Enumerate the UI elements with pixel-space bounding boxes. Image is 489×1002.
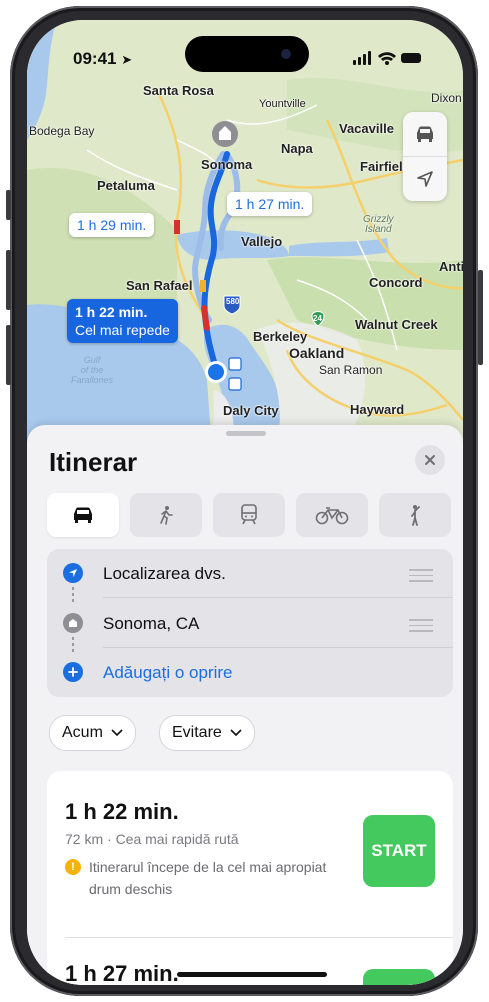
sheet-title: Itinerar bbox=[49, 447, 138, 477]
home-indicator[interactable] bbox=[177, 972, 327, 977]
battery-icon bbox=[401, 53, 421, 63]
chevron-down-icon bbox=[230, 729, 242, 737]
divider bbox=[103, 597, 453, 598]
stop-label: Localizarea dvs. bbox=[103, 564, 226, 583]
landmark-icon bbox=[63, 613, 83, 633]
power-button bbox=[478, 270, 483, 365]
map-label: Napa bbox=[281, 141, 313, 156]
close-button[interactable] bbox=[415, 445, 445, 475]
map-label: Vacaville bbox=[339, 121, 394, 136]
park-label: Grizzly Island bbox=[363, 214, 394, 235]
highway-shield-label: 24 bbox=[313, 314, 322, 323]
fastest-route-time: 1 h 22 min. bbox=[75, 304, 148, 320]
car-icon bbox=[74, 507, 92, 523]
mode-drive[interactable] bbox=[47, 493, 119, 537]
rideshare-icon bbox=[411, 505, 420, 526]
routes-card: 1 h 22 min. 72 km · Cea mai rapidă rută … bbox=[47, 771, 453, 985]
dynamic-island bbox=[185, 36, 309, 72]
map-label: Santa Rosa bbox=[143, 83, 214, 98]
close-icon bbox=[425, 455, 435, 465]
map-label: Petaluma bbox=[97, 178, 155, 193]
map-label: Sonoma bbox=[201, 157, 253, 172]
map-label: San Ramon bbox=[319, 363, 383, 377]
avoid-filter-button[interactable]: Evitare bbox=[159, 715, 255, 751]
route-stops: Localizarea dvs. Sonoma, CA Adăugați o o… bbox=[47, 549, 453, 697]
stop-label: Sonoma, CA bbox=[103, 614, 200, 633]
route-time-bubble[interactable]: 1 h 27 min. bbox=[227, 192, 313, 216]
route-duration: 1 h 22 min. bbox=[65, 799, 179, 824]
location-arrow-icon: ➤ bbox=[121, 52, 133, 67]
map-label: Berkeley bbox=[253, 329, 308, 344]
map-label: Concord bbox=[369, 275, 423, 290]
map-label: Antio bbox=[439, 259, 463, 274]
signal-icon bbox=[353, 51, 371, 65]
start-button[interactable] bbox=[363, 969, 435, 985]
time-filter-label: Acum bbox=[62, 724, 103, 741]
route-warning-text: Itinerarul începe de la cel mai apropiat… bbox=[89, 859, 327, 897]
location-arrow-icon bbox=[63, 563, 83, 583]
stop-destination[interactable]: Sonoma, CA bbox=[47, 599, 453, 647]
chevron-down-icon bbox=[111, 729, 123, 737]
bicycle-icon bbox=[315, 507, 349, 525]
map[interactable]: Santa Rosa Yountville Dixon Bodega Bay V… bbox=[27, 20, 463, 450]
route-details: 72 km · Cea mai rapidă rută bbox=[65, 831, 239, 847]
volume-up-button bbox=[6, 250, 11, 310]
car-icon[interactable] bbox=[403, 112, 447, 156]
drag-handle-icon[interactable] bbox=[409, 619, 433, 636]
wifi-icon bbox=[378, 52, 396, 65]
map-label: Oakland bbox=[289, 345, 345, 361]
sheet-grabber[interactable] bbox=[226, 431, 266, 436]
directions-sheet: Itinerar Localizarea dvs. Sonoma, CA Adă… bbox=[27, 425, 463, 985]
route-warning: ! Itinerarul începe de la cel mai apropi… bbox=[65, 856, 345, 900]
screen: Santa Rosa Yountville Dixon Bodega Bay V… bbox=[27, 20, 463, 985]
time-filter-button[interactable]: Acum bbox=[49, 715, 136, 751]
status-icons bbox=[353, 51, 423, 70]
warning-icon: ! bbox=[65, 859, 81, 875]
map-controls bbox=[403, 112, 447, 201]
side-button bbox=[6, 190, 11, 220]
mode-rideshare[interactable] bbox=[379, 493, 451, 537]
location-arrow-icon[interactable] bbox=[403, 156, 447, 201]
fastest-route-bubble[interactable]: 1 h 22 min. Cel mai repede bbox=[67, 299, 178, 343]
status-time: 09:41 ➤ bbox=[73, 49, 133, 68]
add-stop-button[interactable]: Adăugați o oprire bbox=[47, 648, 453, 696]
divider bbox=[65, 937, 453, 938]
mode-walk[interactable] bbox=[130, 493, 202, 537]
highway-shield-label: 580 bbox=[226, 297, 240, 306]
water-label: Gulf of the Farallones bbox=[71, 355, 114, 385]
mode-cycle[interactable] bbox=[296, 493, 368, 537]
transport-mode-selector bbox=[47, 493, 451, 537]
map-label: Dixon bbox=[431, 91, 462, 105]
drag-handle-icon[interactable] bbox=[409, 569, 433, 586]
avoid-filter-label: Evitare bbox=[172, 724, 222, 741]
walk-icon bbox=[160, 506, 173, 525]
stop-origin[interactable]: Localizarea dvs. bbox=[47, 549, 453, 597]
camera-icon bbox=[281, 49, 291, 59]
volume-down-button bbox=[6, 325, 11, 385]
mode-transit[interactable] bbox=[213, 493, 285, 537]
route-duration: 1 h 27 min. bbox=[65, 961, 179, 985]
fastest-route-label: Cel mai repede bbox=[75, 322, 170, 338]
map-label: San Rafael bbox=[126, 278, 193, 293]
map-label: Vallejo bbox=[241, 234, 283, 249]
add-stop-label: Adăugați o oprire bbox=[103, 663, 233, 682]
map-label: Yountville bbox=[259, 98, 306, 110]
start-button[interactable]: START bbox=[363, 815, 435, 887]
map-label: Daly City bbox=[223, 403, 279, 418]
map-label: Hayward bbox=[350, 402, 405, 417]
transit-icon bbox=[241, 504, 257, 525]
plus-icon bbox=[63, 662, 83, 682]
map-label: Walnut Creek bbox=[355, 317, 438, 332]
route-time-bubble[interactable]: 1 h 29 min. bbox=[69, 213, 155, 237]
map-label: Bodega Bay bbox=[29, 124, 95, 138]
